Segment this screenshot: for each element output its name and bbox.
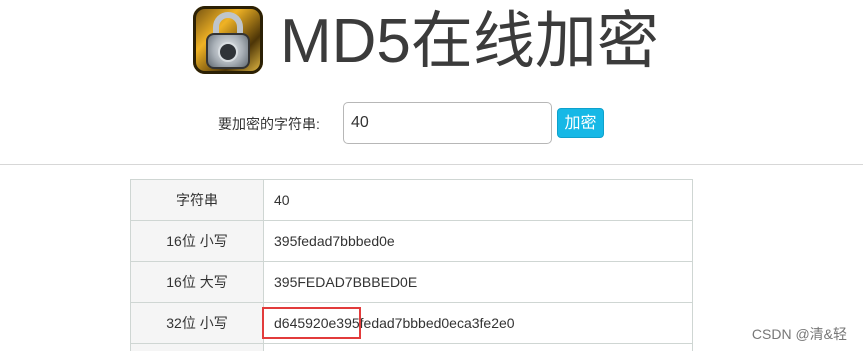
row-label: 16位 小写 <box>130 220 264 262</box>
section-divider <box>0 164 863 165</box>
red-highlight-box <box>262 307 361 339</box>
result-table: 字符串 40 16位 小写 395fedad7bbbed0e 16位 大写 39… <box>130 179 693 351</box>
table-row <box>130 343 693 351</box>
page-header: MD5在线加密 <box>0 0 863 80</box>
row-value: 40 <box>263 179 693 221</box>
table-row: 16位 大写 395FEDAD7BBBED0E <box>130 261 693 303</box>
row-value: 395FEDAD7BBBED0E <box>263 261 693 303</box>
watermark: CSDN @清&轻 <box>751 326 847 342</box>
row-label: 32位 小写 <box>130 302 264 344</box>
table-row: 16位 小写 395fedad7bbbed0e <box>130 220 693 262</box>
encrypt-form: 要加密的字符串: 加密 <box>0 100 863 146</box>
string-input[interactable] <box>343 102 552 144</box>
page-title: MD5在线加密 <box>280 7 659 76</box>
padlock-icon <box>193 6 263 74</box>
table-row: 字符串 40 <box>130 179 693 221</box>
encrypt-button[interactable]: 加密 <box>557 108 604 138</box>
input-label: 要加密的字符串: <box>218 116 320 132</box>
table-row: 32位 小写 d645920e395fedad7bbbed0eca3fe2e0 <box>130 302 693 344</box>
padlock-dial <box>218 42 238 62</box>
row-label <box>130 343 264 351</box>
row-value <box>263 343 693 351</box>
row-label: 字符串 <box>130 179 264 221</box>
row-label: 16位 大写 <box>130 261 264 303</box>
row-value: 395fedad7bbbed0e <box>263 220 693 262</box>
